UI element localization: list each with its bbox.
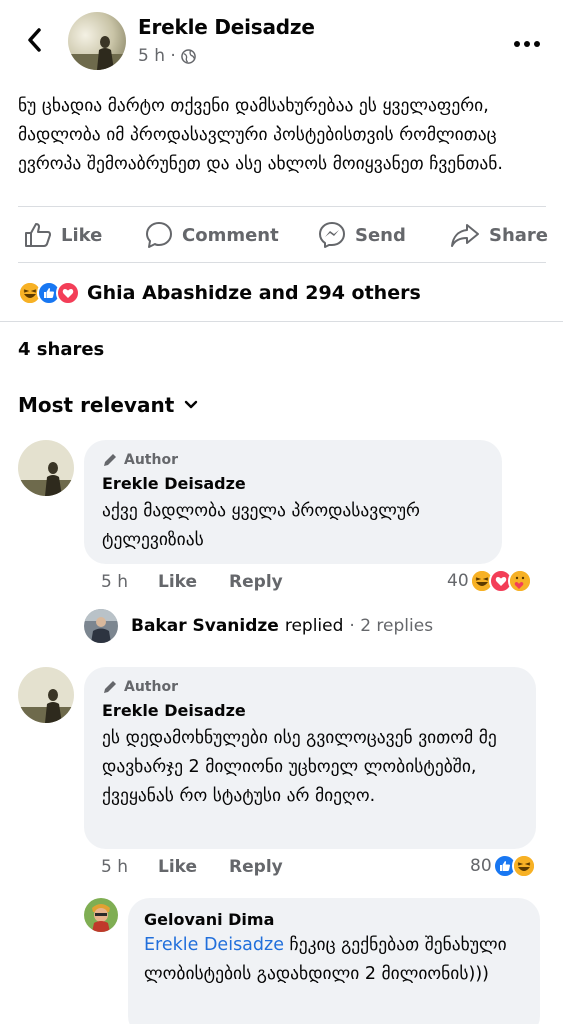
reactions-text: Ghia Abashidze and 294 others [87,282,421,304]
post-actions: Like Comment Send Share [0,210,563,260]
comment-reply-button[interactable]: Reply [229,572,283,592]
commenter-name[interactable]: Erekle Deisadze [102,474,484,493]
post-header: Erekle Deisadze 5 h · [0,0,563,84]
commenter-avatar[interactable] [18,440,74,496]
thumbs-up-icon [25,223,51,247]
haha-reaction-icon [511,854,536,878]
care-reaction-icon [507,569,532,593]
share-button[interactable]: Share [450,210,548,260]
comment-icon [146,222,172,248]
author-badge-label: Author [124,679,178,695]
divider [0,321,563,322]
author-name[interactable]: Erekle Deisadze [138,15,315,39]
send-label: Send [355,224,406,246]
comment-label: Comment [182,224,279,246]
more-dots-icon [514,41,540,47]
love-reaction-icon [56,281,80,305]
post-meta: 5 h · [138,46,196,66]
replier-name[interactable]: Gelovani Dima [144,910,524,929]
replied-label: replied [284,616,344,636]
like-button[interactable]: Like [24,210,102,260]
post-time: 5 h · [138,46,176,66]
reply-count: · 2 replies [349,616,434,636]
author-badge: Author [102,679,518,695]
comment-time: 5 h [101,857,128,877]
reply-text: Erekle Deisadze ჩეკიც გექნებათ შენახული … [144,931,524,989]
chevron-down-icon [185,400,198,409]
like-label: Like [61,224,103,246]
replier-name: Bakar Svanidze [131,616,279,636]
replier-avatar [84,609,118,643]
commenter-avatar[interactable] [18,667,74,723]
mention-link[interactable]: Erekle Deisadze [144,935,284,955]
comment-reactions[interactable]: 80 [470,853,536,879]
pencil-icon [104,681,116,693]
reaction-count: 40 [447,571,469,591]
comment-button[interactable]: Comment [145,210,279,260]
divider [18,206,546,207]
comment-reply-button[interactable]: Reply [229,857,283,877]
comment-reactions[interactable]: 40 [447,568,532,594]
comment-like-button[interactable]: Like [158,857,197,877]
shares-count[interactable]: 4 shares [18,339,104,360]
comment-bubble[interactable]: Author Erekle Deisadze აქვე მადლობა ყველ… [84,440,502,564]
comment-text: აქვე მადლობა ყველა პროდასავლურ ტელევიზია… [102,501,420,550]
author-badge-label: Author [124,452,178,468]
reply-bubble[interactable]: Gelovani Dima Erekle Deisadze ჩეკიც გექნ… [128,898,540,1024]
share-icon [451,224,479,247]
comment-text: ეს დედამოხნულები ისე გვილოცავენ ვითომ მე… [102,728,497,806]
share-label: Share [489,224,549,246]
comment-meta: 5 h Like Reply [101,570,315,594]
comment-like-button[interactable]: Like [158,572,197,592]
replier-avatar[interactable] [84,898,118,932]
comment-meta: 5 h Like Reply [101,855,315,879]
reaction-icons [18,281,80,305]
sort-dropdown[interactable]: Most relevant [18,393,198,417]
comment-time: 5 h [101,572,128,592]
author-avatar[interactable] [68,12,126,70]
comment-bubble[interactable]: Author Erekle Deisadze ეს დედამოხნულები … [84,667,536,849]
more-options-button[interactable] [512,34,542,47]
pencil-icon [104,454,116,466]
reaction-count: 80 [470,856,492,876]
view-replies-link[interactable]: Bakar Svanidze replied · 2 replies [84,608,433,644]
reactions-summary[interactable]: Ghia Abashidze and 294 others [18,279,421,307]
send-button[interactable]: Send [318,210,406,260]
globe-icon [181,48,196,64]
back-button[interactable] [20,24,48,56]
commenter-name[interactable]: Erekle Deisadze [102,701,518,720]
chevron-left-icon [28,28,41,52]
sort-label: Most relevant [18,393,175,417]
post-text: ნუ ცხადია მარტო თქვენი დამსახურებაა ეს ყ… [18,96,503,174]
author-badge: Author [102,452,484,468]
divider [18,262,546,263]
messenger-icon [319,222,345,248]
